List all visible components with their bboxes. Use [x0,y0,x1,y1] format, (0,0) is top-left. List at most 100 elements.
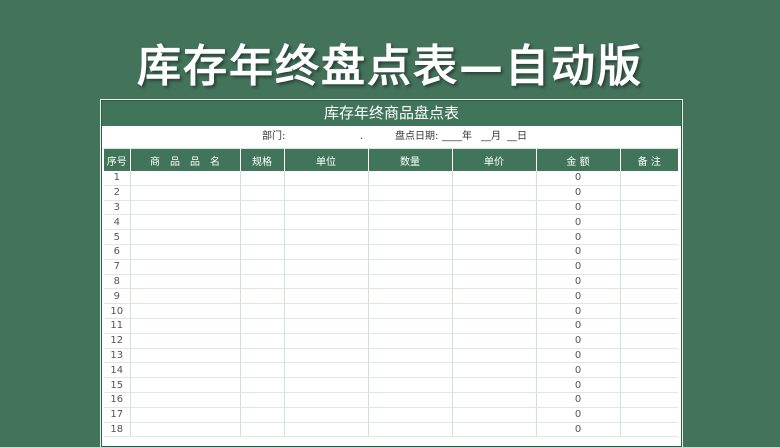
cell-name[interactable] [129,348,240,364]
cell-name[interactable] [129,318,240,334]
cell-qty[interactable] [367,244,452,260]
cell-remark[interactable] [619,274,678,290]
cell-qty[interactable] [367,422,452,438]
cell-price[interactable] [451,392,536,408]
cell-spec[interactable] [239,377,284,393]
cell-price[interactable] [451,377,536,393]
dept-value[interactable]: . [360,126,363,148]
cell-spec[interactable] [239,333,284,349]
cell-spec[interactable] [239,259,284,275]
cell-amount[interactable]: 0 [535,348,620,364]
cell-remark[interactable] [619,318,678,334]
cell-price[interactable] [451,259,536,275]
cell-spec[interactable] [239,407,284,423]
cell-name[interactable] [129,274,240,290]
date-day[interactable]: __日 [507,126,527,148]
cell-no[interactable]: 1 [104,171,130,186]
cell-price[interactable] [451,422,536,438]
cell-name[interactable] [129,303,240,319]
cell-spec[interactable] [239,185,284,201]
cell-spec[interactable] [239,229,284,245]
cell-spec[interactable] [239,348,284,364]
cell-qty[interactable] [367,318,452,334]
cell-unit[interactable] [283,200,368,216]
cell-no[interactable]: 18 [104,422,130,438]
cell-qty[interactable] [367,229,452,245]
cell-name[interactable] [129,259,240,275]
cell-price[interactable] [451,318,536,334]
cell-spec[interactable] [239,214,284,231]
cell-no[interactable]: 4 [104,214,130,231]
cell-no[interactable]: 12 [104,333,130,349]
cell-remark[interactable] [619,288,678,305]
cell-unit[interactable] [283,333,368,349]
cell-price[interactable] [451,362,536,379]
cell-unit[interactable] [283,318,368,334]
cell-remark[interactable] [619,392,678,408]
cell-remark[interactable] [619,259,678,275]
cell-unit[interactable] [283,171,368,186]
cell-price[interactable] [451,407,536,423]
cell-amount[interactable]: 0 [535,303,620,319]
cell-unit[interactable] [283,377,368,393]
cell-spec[interactable] [239,422,284,438]
cell-qty[interactable] [367,288,452,305]
cell-amount[interactable]: 0 [535,392,620,408]
cell-price[interactable] [451,274,536,290]
cell-unit[interactable] [283,362,368,379]
cell-qty[interactable] [367,333,452,349]
cell-name[interactable] [129,171,240,186]
cell-remark[interactable] [619,362,678,379]
cell-no[interactable]: 2 [104,185,130,201]
cell-price[interactable] [451,229,536,245]
cell-remark[interactable] [619,214,678,231]
cell-name[interactable] [129,377,240,393]
cell-unit[interactable] [283,259,368,275]
cell-amount[interactable]: 0 [535,274,620,290]
cell-no[interactable]: 6 [104,244,130,260]
cell-qty[interactable] [367,274,452,290]
cell-name[interactable] [129,392,240,408]
cell-no[interactable]: 14 [104,362,130,379]
cell-spec[interactable] [239,318,284,334]
cell-no[interactable]: 9 [104,288,130,305]
cell-amount[interactable]: 0 [535,171,620,186]
date-month[interactable]: __月 [481,126,501,148]
cell-price[interactable] [451,214,536,231]
cell-remark[interactable] [619,377,678,393]
cell-amount[interactable]: 0 [535,229,620,245]
cell-unit[interactable] [283,348,368,364]
cell-unit[interactable] [283,244,368,260]
cell-remark[interactable] [619,229,678,245]
cell-no[interactable]: 8 [104,274,130,290]
cell-unit[interactable] [283,185,368,201]
cell-no[interactable]: 7 [104,259,130,275]
cell-no[interactable]: 13 [104,348,130,364]
cell-unit[interactable] [283,392,368,408]
cell-spec[interactable] [239,171,284,186]
cell-remark[interactable] [619,303,678,319]
cell-spec[interactable] [239,244,284,260]
cell-no[interactable]: 16 [104,392,130,408]
cell-amount[interactable]: 0 [535,288,620,305]
cell-no[interactable]: 15 [104,377,130,393]
cell-qty[interactable] [367,362,452,379]
cell-price[interactable] [451,171,536,186]
cell-no[interactable]: 3 [104,200,130,216]
cell-no[interactable]: 11 [104,318,130,334]
cell-name[interactable] [129,407,240,423]
cell-amount[interactable]: 0 [535,185,620,201]
cell-unit[interactable] [283,422,368,438]
cell-remark[interactable] [619,333,678,349]
cell-name[interactable] [129,422,240,438]
cell-spec[interactable] [239,362,284,379]
cell-price[interactable] [451,303,536,319]
cell-qty[interactable] [367,377,452,393]
cell-no[interactable]: 10 [104,303,130,319]
cell-spec[interactable] [239,392,284,408]
cell-unit[interactable] [283,288,368,305]
cell-name[interactable] [129,362,240,379]
cell-price[interactable] [451,185,536,201]
cell-unit[interactable] [283,214,368,231]
cell-remark[interactable] [619,171,678,186]
